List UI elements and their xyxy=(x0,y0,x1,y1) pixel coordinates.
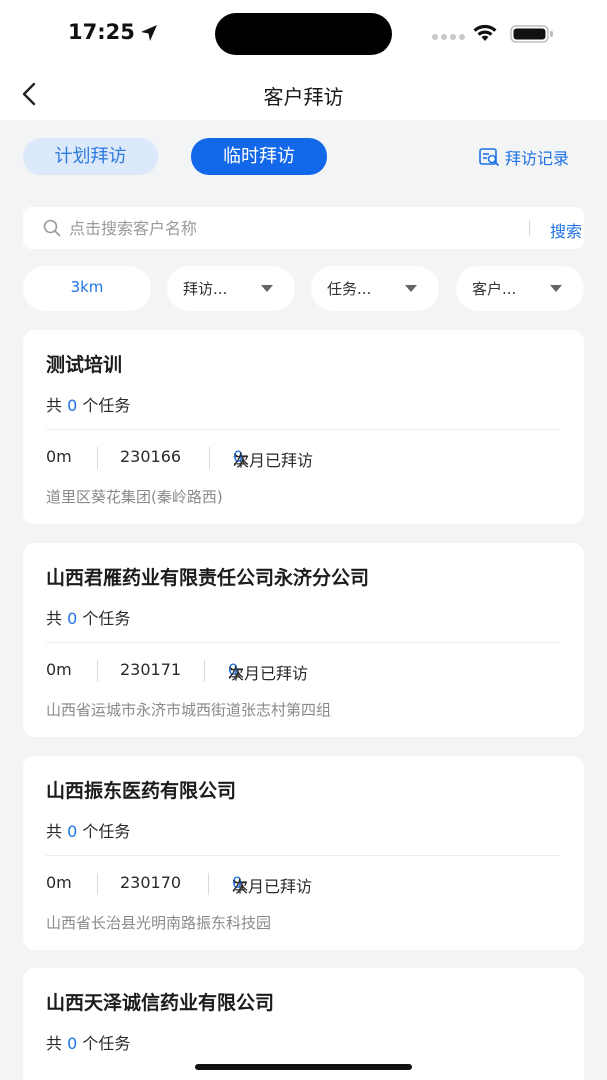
visit-record-label: 拜访记录 xyxy=(505,149,570,168)
status-time: 17:25 xyxy=(68,20,135,44)
customer-card[interactable]: 测试培训 共 0 个任务 0m 230166 本月已拜访 0 次 道里区葵花集团… xyxy=(23,330,584,524)
search-divider xyxy=(529,220,530,236)
search-icon xyxy=(43,219,61,237)
page-title: 客户拜访 xyxy=(263,85,344,109)
caret-down-icon xyxy=(261,285,273,292)
customer-distance: 0m xyxy=(46,873,72,892)
customer-code: 230170 xyxy=(120,873,182,892)
customer-distance: 0m xyxy=(46,660,72,679)
card-divider xyxy=(46,855,561,856)
search-bar: 搜索 xyxy=(23,207,584,249)
card-divider xyxy=(46,429,561,430)
customer-address: 山西省长治县光明南路振东科技园 xyxy=(46,914,272,932)
meta-divider xyxy=(204,660,205,682)
task-count: 共 0 个任务 xyxy=(46,822,131,841)
task-count-value: 0 xyxy=(67,822,78,841)
filter-visit-status[interactable]: 拜访... xyxy=(167,266,295,311)
caret-down-icon xyxy=(405,285,417,292)
filter-bar: 3km 拜访... 任务... 客户... xyxy=(0,266,607,312)
customer-address: 道里区葵花集团(秦岭路西) xyxy=(46,488,223,506)
customer-distance: 0m xyxy=(46,447,72,466)
task-count: 共 0 个任务 xyxy=(46,1034,131,1053)
customer-name: 山西振东医药有限公司 xyxy=(46,780,237,802)
meta-divider xyxy=(97,447,98,469)
meta-divider xyxy=(97,660,98,682)
meta-divider xyxy=(97,873,98,895)
task-count: 共 0 个任务 xyxy=(46,396,131,415)
filter-distance-label: 3km xyxy=(70,278,104,296)
customer-name: 山西天泽诚信药业有限公司 xyxy=(46,992,275,1014)
customer-card[interactable]: 山西振东医药有限公司 共 0 个任务 0m 230170 本月已拜访 0 次 山… xyxy=(23,756,584,950)
dynamic-island xyxy=(215,13,392,55)
customer-address: 山西省运城市永济市城西街道张志村第四组 xyxy=(46,701,332,719)
meta-divider xyxy=(208,873,209,895)
filter-visit-label: 拜访... xyxy=(183,280,228,298)
task-count-value: 0 xyxy=(67,1034,78,1053)
wifi-icon xyxy=(473,24,497,41)
meta-divider xyxy=(209,447,210,469)
home-indicator xyxy=(195,1064,412,1070)
visit-record-link[interactable]: 拜访记录 xyxy=(478,146,569,168)
filter-customer[interactable]: 客户... xyxy=(456,266,584,311)
record-search-icon xyxy=(479,148,499,166)
card-divider xyxy=(46,642,561,643)
caret-down-icon xyxy=(550,285,562,292)
customer-code: 230171 xyxy=(120,660,182,679)
status-bar: 17:25 xyxy=(0,0,607,66)
customer-name: 测试培训 xyxy=(46,354,123,376)
task-count-value: 0 xyxy=(67,609,78,628)
customer-name: 山西君雁药业有限责任公司永济分公司 xyxy=(46,567,370,589)
search-input[interactable] xyxy=(69,207,499,249)
filter-distance[interactable]: 3km xyxy=(23,266,151,311)
task-count: 共 0 个任务 xyxy=(46,609,131,628)
signal-dots-icon xyxy=(432,34,465,40)
battery-icon xyxy=(510,25,553,43)
customer-card[interactable]: 山西君雁药业有限责任公司永济分公司 共 0 个任务 0m 230171 本月已拜… xyxy=(23,543,584,737)
tab-planned-visit[interactable]: 计划拜访 xyxy=(23,138,158,175)
nav-bar: 客户拜访 xyxy=(0,66,607,120)
location-arrow-icon xyxy=(141,25,157,41)
filter-task-label: 任务... xyxy=(327,280,372,298)
filter-customer-label: 客户... xyxy=(472,280,517,298)
visit-type-tabs: 计划拜访 临时拜访 拜访记录 xyxy=(0,120,607,192)
filter-task[interactable]: 任务... xyxy=(311,266,439,311)
search-button[interactable]: 搜索 xyxy=(550,218,582,242)
customer-code: 230166 xyxy=(120,447,182,466)
tab-temporary-visit[interactable]: 临时拜访 xyxy=(191,138,327,175)
task-count-value: 0 xyxy=(67,396,78,415)
